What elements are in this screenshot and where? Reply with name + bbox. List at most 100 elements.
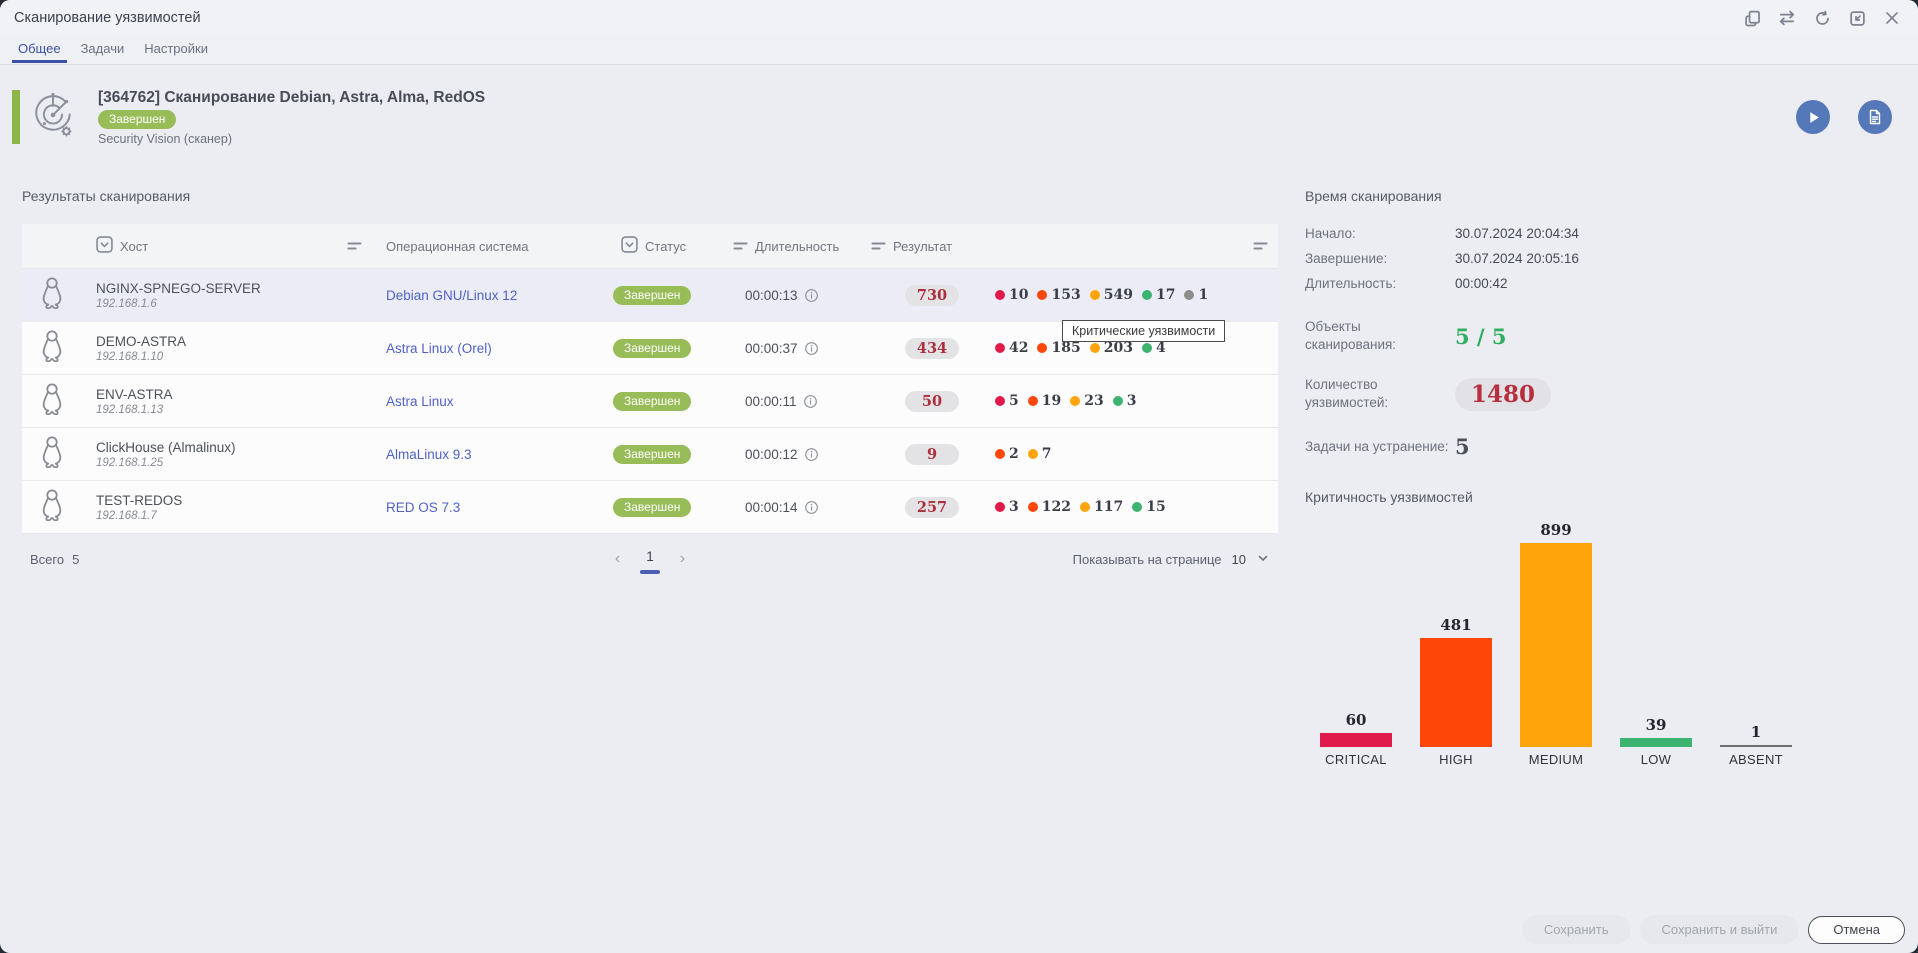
titlebar: Сканирование уязвимостей [0, 0, 1918, 37]
scan-objects-value: 5 / 5 [1455, 323, 1507, 349]
bar-category-label: HIGH [1439, 752, 1473, 767]
critical-dot-icon [995, 343, 1005, 353]
severity-count-critical: 5 [995, 393, 1019, 409]
severity-count-high: 185 [1037, 340, 1081, 356]
table-row[interactable]: ENV-ASTRA 192.168.1.13 Astra Linux Завер… [22, 375, 1278, 428]
tab-bar: Общее Задачи Настройки [0, 36, 1918, 65]
close-icon[interactable] [1880, 6, 1904, 30]
start-value: 30.07.2024 20:04:34 [1455, 226, 1579, 241]
high-dot-icon [1037, 343, 1048, 353]
table-header: Хост Операционная система Статус Длитель… [22, 224, 1278, 269]
report-document-button[interactable] [1858, 100, 1892, 134]
chart-bar-critical: 60 CRITICAL [1320, 711, 1392, 767]
severity-count-high: 2 [995, 446, 1019, 462]
collapse-window-icon[interactable] [1845, 6, 1869, 30]
refresh-icon[interactable] [1810, 6, 1834, 30]
table-row[interactable]: ClickHouse (Almalinux) 192.168.1.25 Alma… [22, 428, 1278, 481]
critical-dot-icon [995, 290, 1005, 300]
prev-page-button[interactable]: ‹ [611, 550, 624, 568]
scan-head-text: [364762] Сканирование Debian, Astra, Alm… [98, 89, 485, 146]
checkbox-chevron-icon[interactable] [96, 236, 113, 256]
info-icon[interactable] [804, 447, 819, 462]
os-link[interactable]: RED OS 7.3 [386, 500, 460, 515]
chart-bar-high: 481 HIGH [1420, 616, 1492, 767]
tab-settings[interactable]: Настройки [134, 36, 218, 62]
tab-general[interactable]: Общее [8, 36, 71, 63]
tab-tasks[interactable]: Задачи [71, 36, 135, 62]
save-and-exit-button[interactable]: Сохранить и выйти [1639, 915, 1800, 944]
per-page-select[interactable]: Показывать на странице 10 [1073, 551, 1278, 568]
sort-filter-icon[interactable] [871, 240, 886, 252]
table-row[interactable]: TEST-REDOS 192.168.1.7 RED OS 7.3 Заверш… [22, 481, 1278, 534]
host-ip: 192.168.1.10 [96, 350, 164, 363]
os-link[interactable]: Debian GNU/Linux 12 [386, 288, 517, 303]
header-os[interactable]: Операционная система [372, 239, 607, 254]
critical-dot-icon [995, 396, 1005, 406]
scan-results-pane: Результаты сканирования Хост Операционна… [22, 188, 1278, 584]
info-icon[interactable] [804, 341, 819, 356]
total-label: Всего [30, 551, 65, 567]
severity-count-medium: 23 [1070, 393, 1104, 409]
action-bar: Сохранить Сохранить и выйти Отмена [1521, 915, 1905, 944]
sort-filter-icon[interactable] [733, 240, 748, 252]
host-ip: 192.168.1.7 [96, 509, 157, 522]
severity-count-critical: 42 [995, 340, 1028, 356]
scan-summary-pane: Время сканирования Начало: 30.07.2024 20… [1305, 188, 1905, 767]
table-body: NGINX-SPNEGO-SERVER 192.168.1.6 Debian G… [22, 269, 1278, 534]
severity-count-medium: 117 [1079, 499, 1123, 515]
severity-count-medium: 7 [1027, 446, 1052, 462]
absent-dot-icon [1184, 290, 1195, 300]
info-icon[interactable] [804, 500, 819, 515]
duration-row: Длительность: 00:00:42 [1305, 271, 1905, 296]
bar-category-label: MEDIUM [1528, 752, 1584, 767]
severity-count-medium: 203 [1089, 340, 1133, 356]
page-number[interactable]: 1 [638, 549, 662, 574]
severity-count-value: 10 [1009, 287, 1029, 303]
pagination: ‹ 1 › [611, 549, 689, 574]
next-page-button[interactable]: › [676, 550, 689, 568]
severity-count-value: 549 [1103, 287, 1133, 303]
header-host[interactable]: Хост [82, 236, 372, 256]
sort-filter-icon[interactable] [1253, 240, 1268, 252]
bar-value-label: 1 [1750, 723, 1762, 741]
os-link[interactable]: Astra Linux [386, 394, 454, 409]
checkbox-chevron-icon[interactable] [621, 236, 638, 256]
swap-arrows-icon[interactable] [1775, 6, 1799, 30]
copy-icon[interactable] [1740, 6, 1764, 30]
bar-category-label: CRITICAL [1325, 752, 1387, 767]
low-dot-icon [1141, 343, 1152, 353]
table-row[interactable]: NGINX-SPNEGO-SERVER 192.168.1.6 Debian G… [22, 269, 1278, 322]
bar-value-label: 39 [1645, 716, 1667, 734]
run-scan-button[interactable] [1796, 100, 1830, 134]
info-icon[interactable] [803, 394, 818, 409]
save-button[interactable]: Сохранить [1521, 915, 1631, 944]
vulnerability-scan-window: Сканирование уязвимостей Общее Задачи На… [0, 0, 1918, 953]
os-link[interactable]: Astra Linux (Orel) [386, 341, 492, 356]
sort-filter-icon[interactable] [347, 240, 362, 252]
chart-bars: 60 CRITICAL 481 HIGH 899 MEDIUM 39 LOW 1 ABSENT [1305, 519, 1905, 767]
status-badge: Завершен [613, 285, 692, 305]
low-dot-icon [1112, 396, 1123, 406]
time-section-title: Время сканирования [1305, 188, 1442, 204]
severity-count-value: 42 [1009, 340, 1029, 356]
header-status[interactable]: Статус [607, 236, 719, 256]
scan-header: [364762] Сканирование Debian, Astra, Alm… [12, 88, 1898, 146]
chart-bar-low: 39 LOW [1620, 716, 1692, 767]
severity-dots: 5 19 23 3 [995, 393, 1136, 409]
linux-penguin-icon [37, 276, 67, 314]
host-name: TEST-REDOS [96, 492, 183, 508]
duration-label: Длительность: [1305, 276, 1397, 291]
remediation-tasks-value: 5 [1455, 434, 1470, 459]
status-badge: Завершен [613, 338, 692, 358]
bar [1420, 638, 1492, 747]
chevron-down-icon [1256, 551, 1270, 568]
info-icon[interactable] [804, 288, 819, 303]
severity-count-value: 3 [1126, 393, 1137, 409]
header-duration[interactable]: Длительность [719, 239, 857, 254]
header-result[interactable]: Результат [857, 239, 1278, 254]
severity-count-value: 7 [1041, 446, 1052, 462]
cancel-button[interactable]: Отмена [1808, 915, 1905, 944]
medium-dot-icon [1027, 449, 1038, 459]
high-dot-icon [1027, 396, 1038, 406]
os-link[interactable]: AlmaLinux 9.3 [386, 447, 472, 462]
